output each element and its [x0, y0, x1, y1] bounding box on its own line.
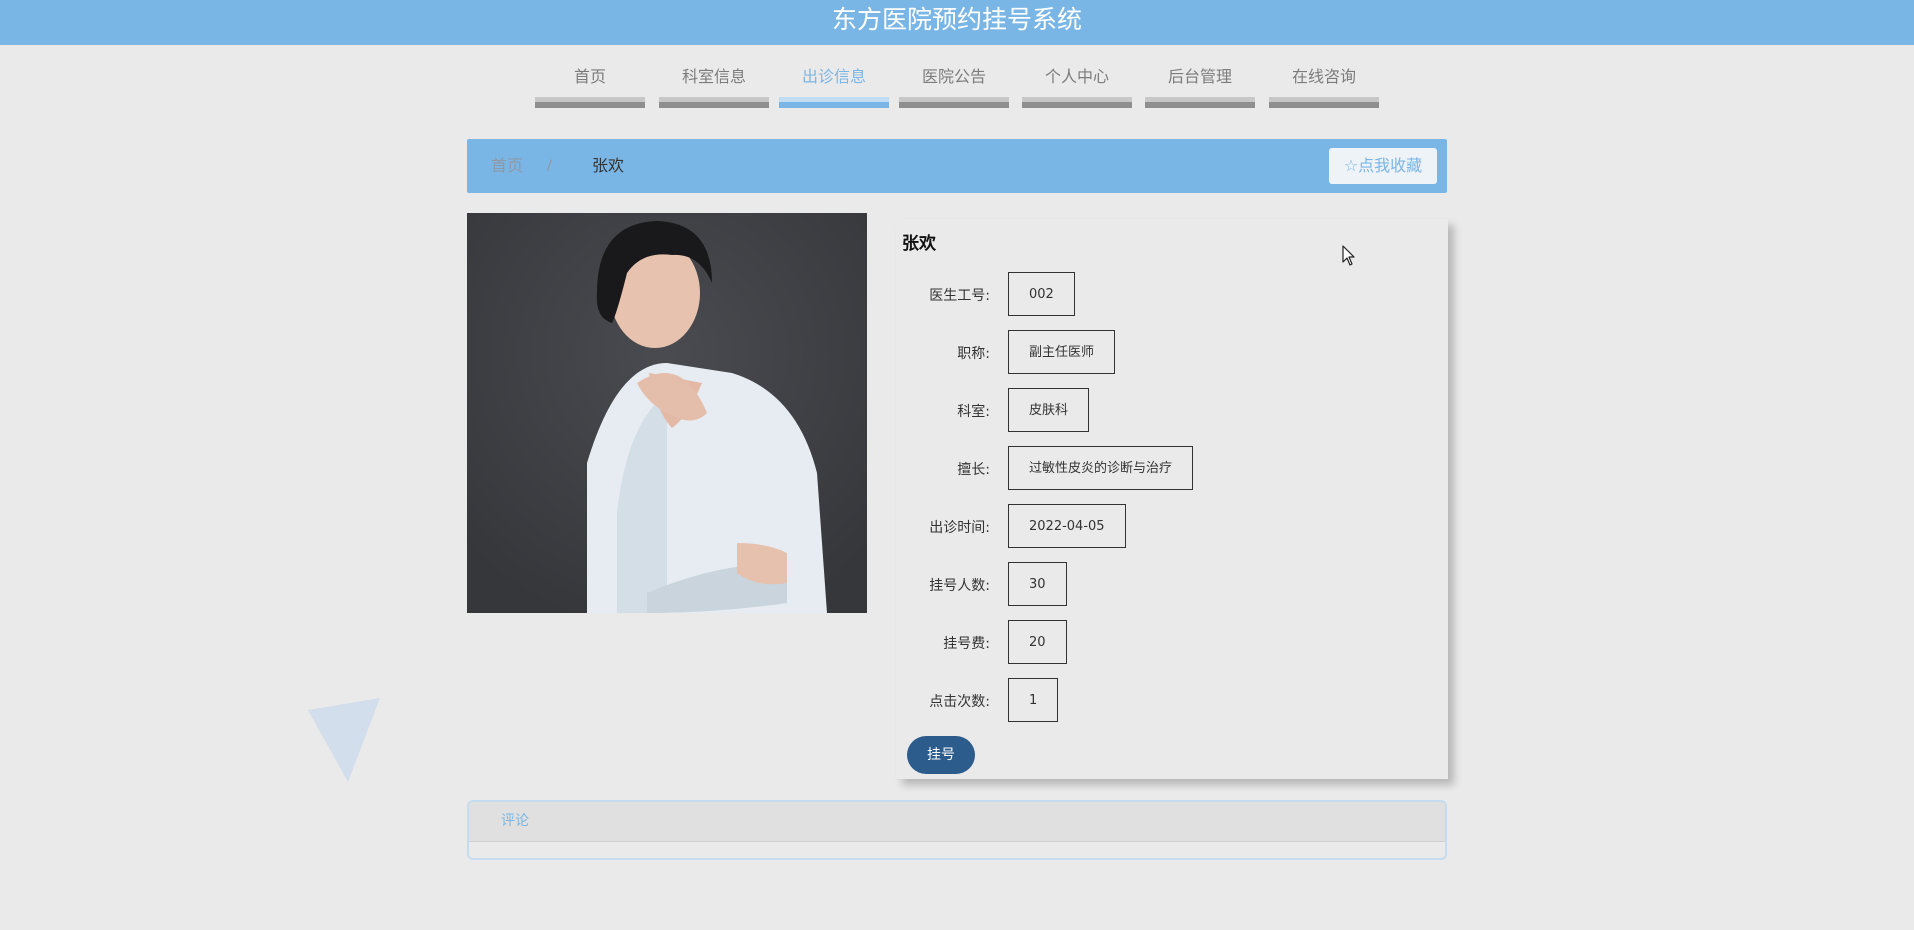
label-click-count: 点击次数:: [929, 694, 990, 710]
doctor-photo: [467, 213, 867, 613]
doctor-name: 张欢: [902, 234, 936, 254]
label-register-fee: 挂号费:: [943, 636, 990, 652]
nav-item-schedule[interactable]: 出诊信息: [779, 62, 889, 108]
label-schedule-date: 出诊时间:: [929, 520, 990, 536]
breadcrumb-current: 张欢: [592, 156, 625, 175]
nav-underline: [1022, 97, 1132, 108]
nav-item-label: 个人中心: [1044, 67, 1109, 86]
value-doctor-id: 002: [1008, 272, 1075, 316]
value-specialty: 过敏性皮炎的诊断与治疗: [1008, 446, 1194, 490]
breadcrumb-home-link[interactable]: 首页: [491, 139, 523, 193]
nav-item-label: 后台管理: [1167, 67, 1232, 86]
nav-item-profile[interactable]: 个人中心: [1022, 62, 1132, 108]
site-title: 东方医院预约挂号系统: [831, 5, 1082, 34]
doctor-info-card: 张欢 医生工号: 002 职称: 副主任医师 科室: 皮肤科 擅长: 过敏性皮炎…: [896, 219, 1448, 779]
value-register-count: 30: [1008, 562, 1067, 606]
favorite-button-label: 点我收藏: [1358, 156, 1423, 175]
nav-underline: [1269, 97, 1379, 108]
comment-panel: 评论: [467, 800, 1447, 860]
decorative-triangle: [308, 698, 380, 782]
register-button[interactable]: 挂号: [907, 736, 975, 774]
nav-underline: [779, 97, 889, 108]
label-specialty: 擅长:: [957, 462, 990, 478]
mouse-cursor-icon: [1342, 245, 1355, 266]
nav-item-label: 医院公告: [921, 67, 986, 86]
nav-item-admin[interactable]: 后台管理: [1145, 62, 1255, 108]
breadcrumb: 首页 / 张欢 ☆点我收藏: [467, 139, 1447, 193]
header-bar: 东方医院预约挂号系统: [0, 0, 1914, 45]
value-title: 副主任医师: [1008, 330, 1116, 374]
nav-item-label: 首页: [573, 67, 606, 86]
nav-underline: [535, 97, 645, 108]
label-title: 职称:: [957, 346, 990, 362]
label-doctor-id: 医生工号:: [929, 288, 990, 304]
nav-item-label: 科室信息: [681, 67, 746, 86]
label-department: 科室:: [957, 404, 990, 420]
comment-tabbar: 评论: [469, 802, 1445, 842]
label-register-count: 挂号人数:: [929, 578, 990, 594]
tab-comments[interactable]: 评论: [501, 802, 529, 841]
nav-item-label: 在线咨询: [1291, 67, 1356, 86]
nav-item-departments[interactable]: 科室信息: [659, 62, 769, 108]
nav-underline: [659, 97, 769, 108]
nav-underline: [1145, 97, 1255, 108]
favorite-button[interactable]: ☆点我收藏: [1329, 148, 1437, 184]
nav-item-label: 出诊信息: [801, 67, 866, 86]
value-click-count: 1: [1008, 678, 1059, 722]
nav-item-announcements[interactable]: 医院公告: [899, 62, 1009, 108]
star-outline-icon: ☆: [1343, 156, 1359, 175]
nav-item-home[interactable]: 首页: [535, 62, 645, 108]
value-register-fee: 20: [1008, 620, 1067, 664]
nav-item-consult[interactable]: 在线咨询: [1269, 62, 1379, 108]
value-schedule-date: 2022-04-05: [1008, 504, 1126, 548]
value-department: 皮肤科: [1008, 388, 1090, 432]
main-nav: 首页 科室信息 出诊信息 医院公告 个人中心 后台管理 在线咨询: [535, 62, 1379, 110]
breadcrumb-separator: /: [547, 158, 552, 174]
nav-underline: [899, 97, 1009, 108]
doctor-portrait-image: [467, 213, 867, 613]
